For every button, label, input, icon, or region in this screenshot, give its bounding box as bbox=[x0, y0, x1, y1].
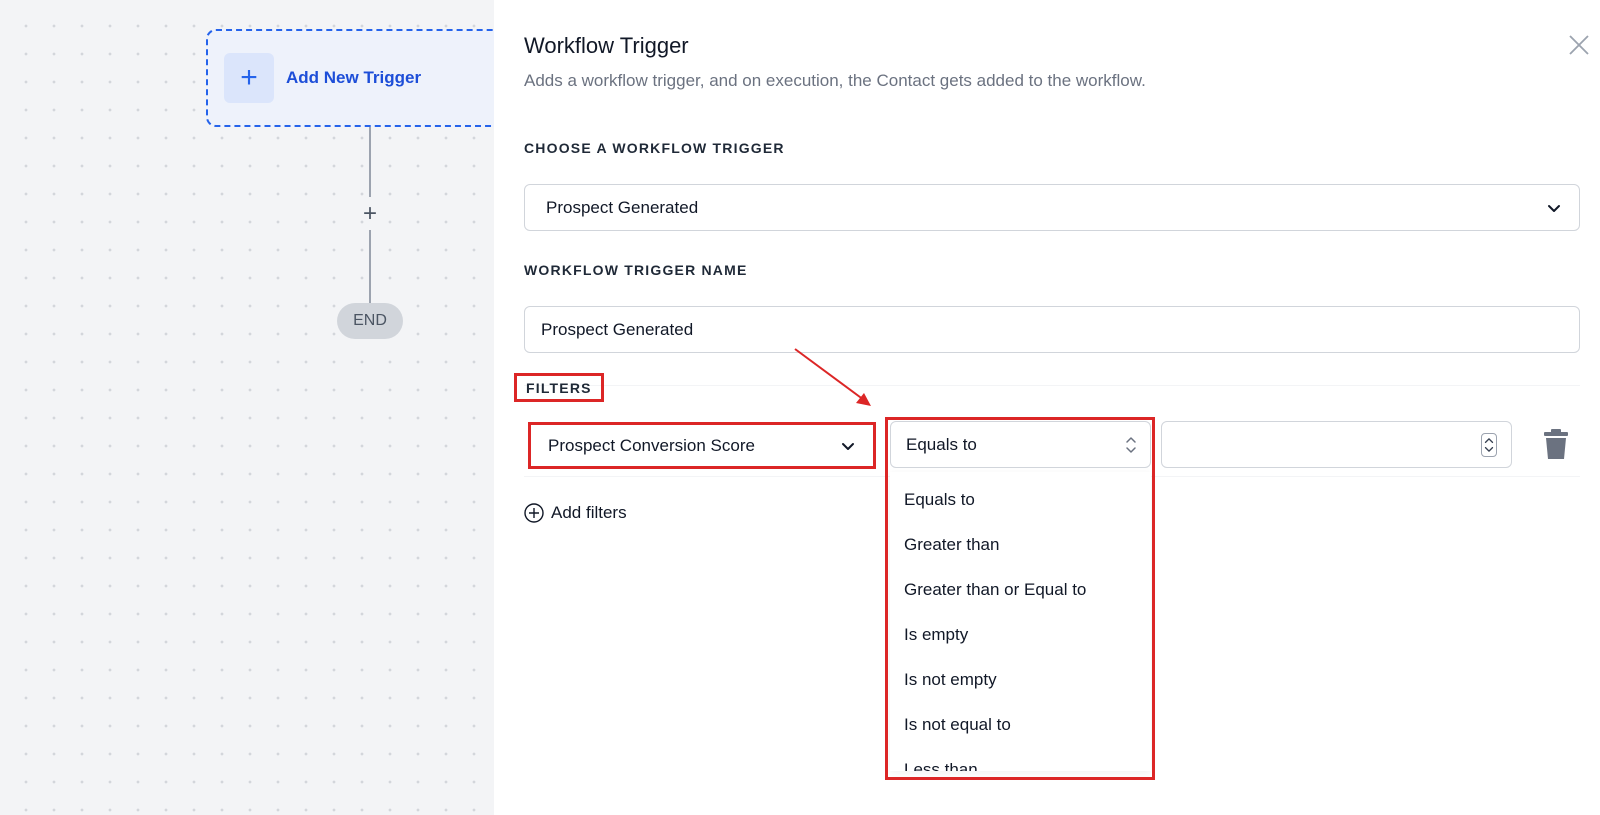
operator-option[interactable]: Greater than or Equal to bbox=[890, 567, 1151, 612]
add-new-trigger-card[interactable]: + Add New Trigger bbox=[206, 29, 494, 127]
workflow-trigger-select[interactable]: Prospect Generated bbox=[524, 184, 1580, 231]
plus-icon: + bbox=[224, 53, 274, 103]
filter-operator-select[interactable]: Equals to bbox=[890, 421, 1151, 468]
trigger-name-value: Prospect Generated bbox=[541, 319, 694, 339]
panel-subtitle: Adds a workflow trigger, and on executio… bbox=[524, 71, 1146, 90]
chevron-down-icon bbox=[1548, 205, 1560, 212]
add-step-plus-icon[interactable]: + bbox=[358, 200, 382, 228]
operator-option[interactable]: Is not equal to bbox=[890, 702, 1151, 747]
trigger-name-input[interactable]: Prospect Generated bbox=[524, 306, 1580, 353]
trash-icon[interactable] bbox=[1543, 428, 1569, 460]
updown-chevron-icon bbox=[1126, 437, 1136, 453]
operator-option[interactable]: Is empty bbox=[890, 612, 1151, 657]
filters-label: FILTERS bbox=[514, 373, 604, 402]
choose-trigger-label: CHOOSE A WORKFLOW TRIGGER bbox=[524, 140, 785, 156]
add-new-trigger-label: Add New Trigger bbox=[286, 68, 422, 87]
trigger-name-label: WORKFLOW TRIGGER NAME bbox=[524, 262, 748, 278]
trigger-settings-panel: Workflow Trigger Adds a workflow trigger… bbox=[494, 0, 1600, 815]
operator-option[interactable]: Is not empty bbox=[890, 657, 1151, 702]
filter-operator-value: Equals to bbox=[906, 434, 977, 454]
add-filters-label: Add filters bbox=[551, 503, 627, 522]
operator-option[interactable]: Less than bbox=[890, 747, 1151, 772]
plus-circle-icon bbox=[524, 503, 544, 523]
add-filters-button[interactable]: Add filters bbox=[524, 503, 627, 523]
operator-option[interactable]: Equals to bbox=[890, 477, 1151, 522]
filter-field-select[interactable]: Prospect Conversion Score bbox=[528, 422, 876, 469]
filter-value-input[interactable] bbox=[1161, 421, 1512, 468]
operator-dropdown-list[interactable]: Equals to Greater than Greater than or E… bbox=[890, 472, 1151, 771]
close-icon[interactable] bbox=[1566, 34, 1592, 60]
connector-line bbox=[369, 127, 371, 197]
connector-line bbox=[369, 230, 371, 304]
end-node: END bbox=[337, 303, 403, 339]
workflow-canvas[interactable]: + Add New Trigger + END bbox=[0, 0, 494, 815]
panel-title: Workflow Trigger bbox=[524, 33, 689, 58]
filter-field-value: Prospect Conversion Score bbox=[548, 435, 755, 455]
chevron-down-icon bbox=[842, 443, 854, 450]
workflow-trigger-select-value: Prospect Generated bbox=[546, 197, 699, 217]
number-spinner-icon[interactable] bbox=[1481, 433, 1497, 457]
filters-label-text: FILTERS bbox=[526, 379, 592, 396]
operator-option[interactable]: Greater than bbox=[890, 522, 1151, 567]
